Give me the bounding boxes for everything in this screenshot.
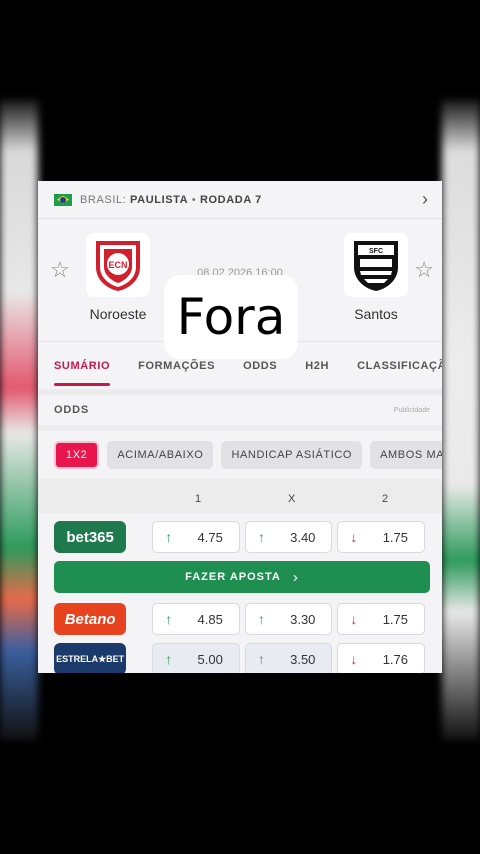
- tab-h2h[interactable]: H2H: [305, 360, 329, 372]
- odds-column-headers: 1 X 2: [38, 485, 442, 513]
- odd-value: 1.75: [382, 611, 409, 627]
- video-frame: BRASIL: PAULISTA • RODADA 7 › ☆ ECN Noro…: [0, 0, 480, 854]
- away-team-name: Santos: [354, 306, 398, 322]
- arrow-up-icon: ↑: [165, 651, 173, 667]
- bookmaker-row: bet365 ↑ 4.75 ↑ 3.40 ↓ 1.75: [54, 517, 430, 557]
- breadcrumb-league: PAULISTA: [130, 193, 189, 206]
- away-team[interactable]: SFC Santos: [328, 233, 424, 322]
- odd-value: 4.85: [197, 611, 223, 627]
- santos-crest-icon: SFC: [354, 241, 398, 291]
- odd-draw[interactable]: ↑ 3.50: [244, 643, 333, 673]
- odd-home[interactable]: ↑ 4.75: [152, 521, 240, 553]
- tab-formacoes[interactable]: FORMAÇÕES: [138, 360, 215, 372]
- arrow-up-icon: ↑: [257, 529, 265, 545]
- tab-sumario[interactable]: SUMÁRIO: [54, 360, 111, 386]
- ad-label: Publicidade: [393, 406, 430, 414]
- bookmaker-name: bet365: [66, 528, 114, 546]
- tab-odds[interactable]: ODDS: [243, 360, 277, 372]
- market-1x2[interactable]: 1X2: [54, 441, 100, 469]
- market-selector: 1X2 ACIMA/ABAIXO HANDICAP ASIÁTICO AMBOS…: [38, 431, 442, 479]
- breadcrumb-round: RODADA 7: [199, 193, 262, 206]
- bookmaker-row: ESTRELA★BET ↑ 5.00 ↑ 3.50 ↓ 1.76: [54, 639, 430, 673]
- odd-away[interactable]: ↓ 1.75: [337, 521, 426, 553]
- home-team-name: Noroeste: [89, 306, 147, 322]
- blurred-background-left: [0, 100, 38, 740]
- odd-value: 3.30: [290, 611, 316, 627]
- app-screen: BRASIL: PAULISTA • RODADA 7 › ☆ ECN Noro…: [38, 181, 442, 673]
- bookmaker-name: Betano: [64, 610, 116, 628]
- odd-draw[interactable]: ↑ 3.40: [244, 521, 333, 553]
- market-over-under[interactable]: ACIMA/ABAIXO: [107, 441, 214, 469]
- odd-value: 1.76: [382, 651, 409, 667]
- odds-title: ODDS: [54, 404, 89, 416]
- column-header-x: X: [288, 493, 296, 505]
- blurred-background-right: [442, 100, 480, 740]
- odds-section-header: ODDS Publicidade: [38, 395, 442, 425]
- arrow-down-icon: ↓: [350, 651, 358, 667]
- column-header-1: 1: [195, 493, 202, 505]
- noroeste-crest-icon: ECN: [96, 241, 140, 291]
- arrow-up-icon: ↑: [257, 651, 265, 667]
- odd-value: 3.50: [290, 651, 316, 667]
- column-header-2: 2: [382, 493, 389, 505]
- odd-home[interactable]: ↑ 4.85: [152, 603, 240, 635]
- breadcrumb-separator: •: [191, 193, 197, 206]
- chevron-right-icon: ›: [292, 568, 299, 586]
- odd-value: 4.75: [197, 529, 223, 545]
- favorite-away-star-icon[interactable]: ☆: [414, 257, 434, 283]
- bookmaker-name: ESTRELA★BET: [56, 653, 125, 664]
- market-asian-handicap[interactable]: HANDICAP ASIÁTICO: [221, 441, 363, 469]
- arrow-up-icon: ↑: [165, 611, 173, 627]
- place-bet-button[interactable]: FAZER APOSTA ›: [54, 561, 430, 593]
- away-logo-text: SFC: [369, 248, 383, 255]
- bookmaker-row: Betano ↑ 4.85 ↑ 3.30 ↓ 1.75: [54, 599, 430, 639]
- market-both-teams[interactable]: AMBOS MA: [370, 441, 442, 469]
- match-header: ☆ ECN Noroeste 08.02.2026 16:00 SFC Sant…: [38, 219, 442, 359]
- arrow-up-icon: ↑: [165, 529, 173, 545]
- odd-home[interactable]: ↑ 5.00: [152, 643, 240, 673]
- breadcrumb-country: BRASIL:: [80, 193, 127, 206]
- arrow-down-icon: ↓: [350, 611, 358, 627]
- bet365-logo[interactable]: bet365: [54, 521, 127, 553]
- odd-draw[interactable]: ↑ 3.30: [244, 603, 333, 635]
- home-team-logo: ECN: [86, 233, 150, 297]
- breadcrumb-text: BRASIL: PAULISTA • RODADA 7: [80, 194, 422, 206]
- odd-away[interactable]: ↓ 1.75: [337, 603, 426, 635]
- betano-logo[interactable]: Betano: [54, 603, 127, 635]
- odd-away[interactable]: ↓ 1.76: [337, 643, 426, 673]
- place-bet-label: FAZER APOSTA: [185, 571, 281, 583]
- brazil-flag-icon: [54, 193, 72, 206]
- tab-classificacao[interactable]: CLASSIFICAÇÃO: [357, 360, 442, 372]
- text-overlay: Fora: [164, 275, 298, 359]
- breadcrumb[interactable]: BRASIL: PAULISTA • RODADA 7 ›: [38, 181, 442, 219]
- away-team-logo: SFC: [344, 233, 408, 297]
- bookmaker-odds-list: bet365 ↑ 4.75 ↑ 3.40 ↓ 1.75 FAZER APOSTA › …: [38, 513, 442, 673]
- overlay-text: Fora: [176, 288, 286, 346]
- arrow-up-icon: ↑: [257, 611, 265, 627]
- estrelabet-logo[interactable]: ESTRELA★BET: [54, 643, 127, 673]
- odd-value: 3.40: [290, 529, 316, 545]
- chevron-right-icon[interactable]: ›: [422, 189, 428, 210]
- odd-value: 5.00: [197, 651, 223, 667]
- odd-value: 1.75: [382, 529, 409, 545]
- arrow-down-icon: ↓: [350, 529, 358, 545]
